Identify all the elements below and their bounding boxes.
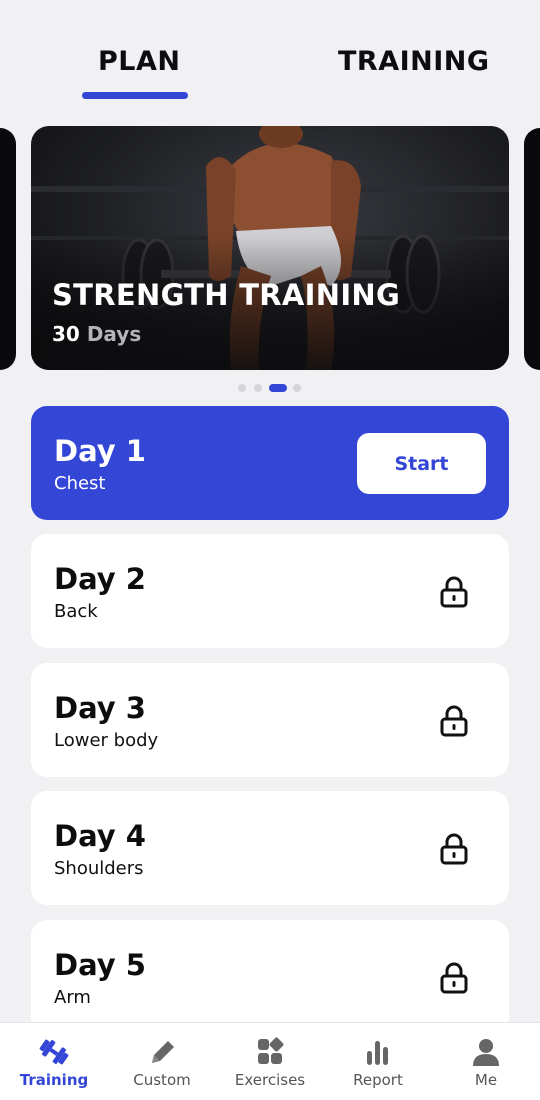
nav-label: Training bbox=[19, 1071, 89, 1089]
day-title: Day 4 bbox=[54, 819, 146, 853]
lock-icon bbox=[440, 962, 468, 994]
day-subtitle: Chest bbox=[54, 473, 106, 494]
nav-custom[interactable]: Custom bbox=[108, 1023, 216, 1100]
nav-me[interactable]: Me bbox=[432, 1023, 540, 1100]
plan-hero-card[interactable]: STRENGTH TRAINING 30 Days bbox=[31, 126, 509, 370]
day-title: Day 3 bbox=[54, 691, 146, 725]
plan-duration-number: 30 bbox=[52, 322, 80, 346]
nav-label: Custom bbox=[133, 1071, 191, 1089]
carousel-next-card[interactable] bbox=[524, 128, 540, 370]
carousel-dot[interactable] bbox=[254, 384, 262, 392]
day-subtitle: Back bbox=[54, 601, 98, 622]
nav-exercises[interactable]: Exercises bbox=[216, 1023, 324, 1100]
person-icon bbox=[473, 1039, 499, 1066]
day-title: Day 5 bbox=[54, 948, 146, 982]
active-tab-indicator bbox=[82, 92, 188, 99]
day-card-1[interactable]: Day 1 Chest Start bbox=[31, 406, 509, 520]
day-subtitle: Shoulders bbox=[54, 858, 144, 879]
start-button[interactable]: Start bbox=[357, 433, 486, 494]
day-card-4[interactable]: Day 4 Shoulders bbox=[31, 791, 509, 905]
nav-label: Me bbox=[474, 1071, 498, 1089]
tab-plan[interactable]: PLAN bbox=[98, 46, 181, 77]
carousel-dot[interactable] bbox=[238, 384, 246, 392]
day-card-5[interactable]: Day 5 Arm bbox=[31, 920, 509, 1034]
carousel-prev-card[interactable] bbox=[0, 128, 16, 370]
lock-icon bbox=[440, 576, 468, 608]
carousel-dot-active[interactable] bbox=[269, 384, 287, 392]
nav-label: Exercises bbox=[234, 1071, 306, 1089]
plan-title: STRENGTH TRAINING bbox=[52, 278, 401, 312]
grid-icon bbox=[258, 1037, 284, 1064]
nav-report[interactable]: Report bbox=[324, 1023, 432, 1100]
day-subtitle: Arm bbox=[54, 987, 91, 1008]
nav-label: Report bbox=[353, 1071, 403, 1089]
day-title: Day 1 bbox=[54, 434, 146, 468]
plan-carousel[interactable]: STRENGTH TRAINING 30 Days bbox=[0, 126, 540, 372]
bottom-nav: Training Custom Exercises Report Me bbox=[0, 1022, 540, 1100]
day-title: Day 2 bbox=[54, 562, 146, 596]
plan-duration: 30 Days bbox=[52, 322, 141, 346]
lock-icon bbox=[440, 705, 468, 737]
day-card-3[interactable]: Day 3 Lower body bbox=[31, 663, 509, 777]
day-subtitle: Lower body bbox=[54, 730, 159, 751]
bar-chart-icon bbox=[367, 1041, 388, 1065]
top-tabs: PLAN TRAINING bbox=[0, 0, 540, 110]
tab-training[interactable]: TRAINING bbox=[338, 46, 490, 77]
carousel-pagination bbox=[238, 384, 308, 394]
plan-duration-unit: Days bbox=[86, 322, 142, 346]
nav-training[interactable]: Training bbox=[0, 1023, 108, 1100]
lock-icon bbox=[440, 833, 468, 865]
day-card-2[interactable]: Day 2 Back bbox=[31, 534, 509, 648]
dumbbell-icon bbox=[39, 1039, 69, 1065]
carousel-dot[interactable] bbox=[293, 384, 301, 392]
pencil-icon bbox=[152, 1041, 174, 1063]
